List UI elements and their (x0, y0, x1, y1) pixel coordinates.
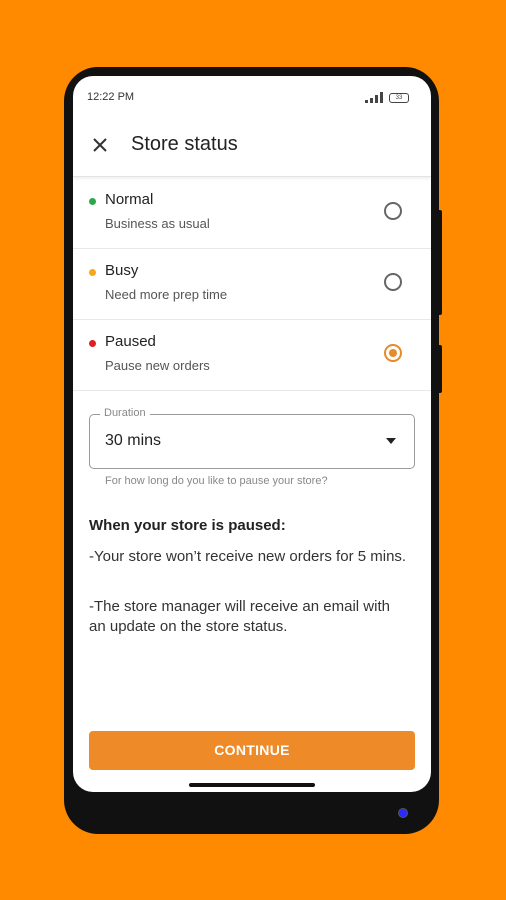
page-title: Store status (131, 133, 238, 155)
radio-busy[interactable] (384, 273, 402, 291)
option-subtitle: Pause new orders (105, 358, 210, 373)
status-dot (89, 198, 96, 205)
home-indicator[interactable] (189, 783, 315, 787)
info-line: -Your store won’t receive new orders for… (89, 548, 407, 565)
option-title: Paused (105, 333, 156, 350)
volume-button (436, 210, 442, 315)
status-bar: 12:22 PM 33 (73, 76, 431, 116)
screen: 12:22 PM 33 Store status Normal Business… (73, 76, 431, 792)
radio-selected-dot (389, 349, 397, 357)
close-icon[interactable] (89, 134, 111, 156)
duration-label: Duration (100, 407, 150, 419)
info-line: -The store manager will receive an email… (89, 598, 390, 635)
option-title: Busy (105, 262, 139, 279)
duration-value: 30 mins (105, 432, 162, 449)
duration-select[interactable]: Duration 30 mins (89, 407, 415, 469)
camera-icon (398, 808, 408, 818)
option-title: Normal (105, 191, 154, 208)
option-normal[interactable]: Normal Business as usual (73, 177, 431, 249)
status-dot (89, 269, 96, 276)
signal-icon (365, 92, 383, 103)
power-button (436, 345, 442, 393)
info-heading: When your store is paused: (89, 517, 286, 534)
radio-paused[interactable] (384, 344, 402, 362)
status-icons: 33 (355, 90, 415, 104)
status-dot (89, 340, 96, 347)
radio-normal[interactable] (384, 202, 402, 220)
continue-button[interactable]: CONTINUE (89, 731, 415, 770)
duration-helper-text: For how long do you like to pause your s… (105, 475, 328, 487)
status-time: 12:22 PM (87, 91, 135, 103)
option-busy[interactable]: Busy Need more prep time (73, 248, 431, 320)
option-subtitle: Need more prep time (105, 287, 228, 302)
dropdown-arrow-icon (386, 438, 396, 444)
option-paused[interactable]: Paused Pause new orders (73, 319, 431, 391)
battery-icon: 33 (389, 93, 409, 103)
app-bar: Store status (73, 116, 431, 177)
option-subtitle: Business as usual (105, 216, 210, 231)
